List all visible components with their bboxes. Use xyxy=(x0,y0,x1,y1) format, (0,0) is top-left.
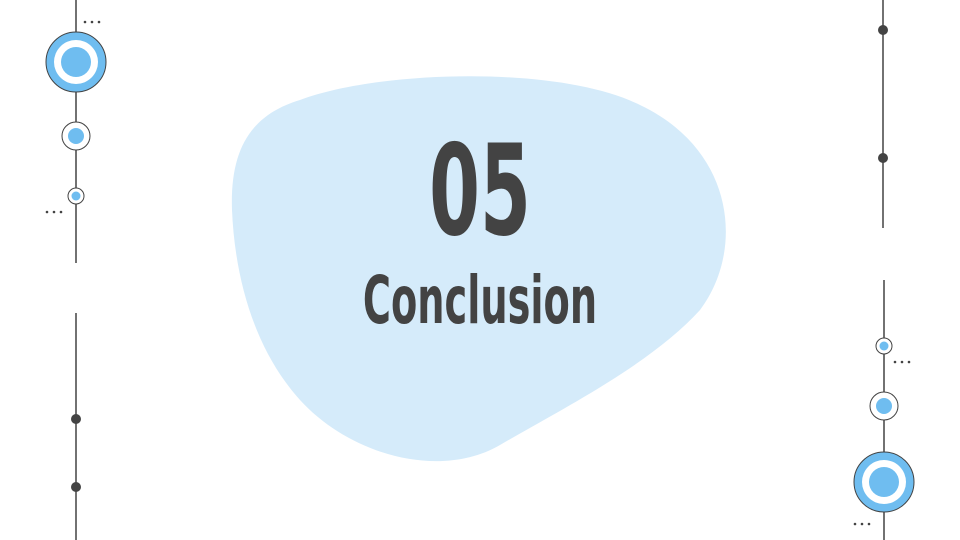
timeline-dot-icon xyxy=(878,153,888,163)
medium-ring-icon xyxy=(869,391,899,421)
section-title: Conclusion xyxy=(362,262,598,339)
ellipsis-dots-icon xyxy=(853,522,871,526)
timeline-dot-icon xyxy=(71,482,81,492)
large-ring-icon xyxy=(45,31,107,93)
right-top-timeline xyxy=(878,0,888,228)
small-ring-icon xyxy=(875,337,893,355)
right-bottom-timeline xyxy=(853,280,915,540)
section-number: 05 xyxy=(429,117,531,264)
left-top-timeline xyxy=(45,0,107,263)
large-ring-icon xyxy=(853,451,915,513)
medium-ring-icon xyxy=(61,121,91,151)
timeline-dot-icon xyxy=(878,25,888,35)
ellipsis-dots-icon xyxy=(83,20,101,24)
timeline-dot-icon xyxy=(71,414,81,424)
small-ring-icon xyxy=(67,187,85,205)
ellipsis-dots-icon xyxy=(893,360,911,364)
ellipsis-dots-icon xyxy=(45,210,63,214)
left-bottom-timeline xyxy=(71,313,81,540)
